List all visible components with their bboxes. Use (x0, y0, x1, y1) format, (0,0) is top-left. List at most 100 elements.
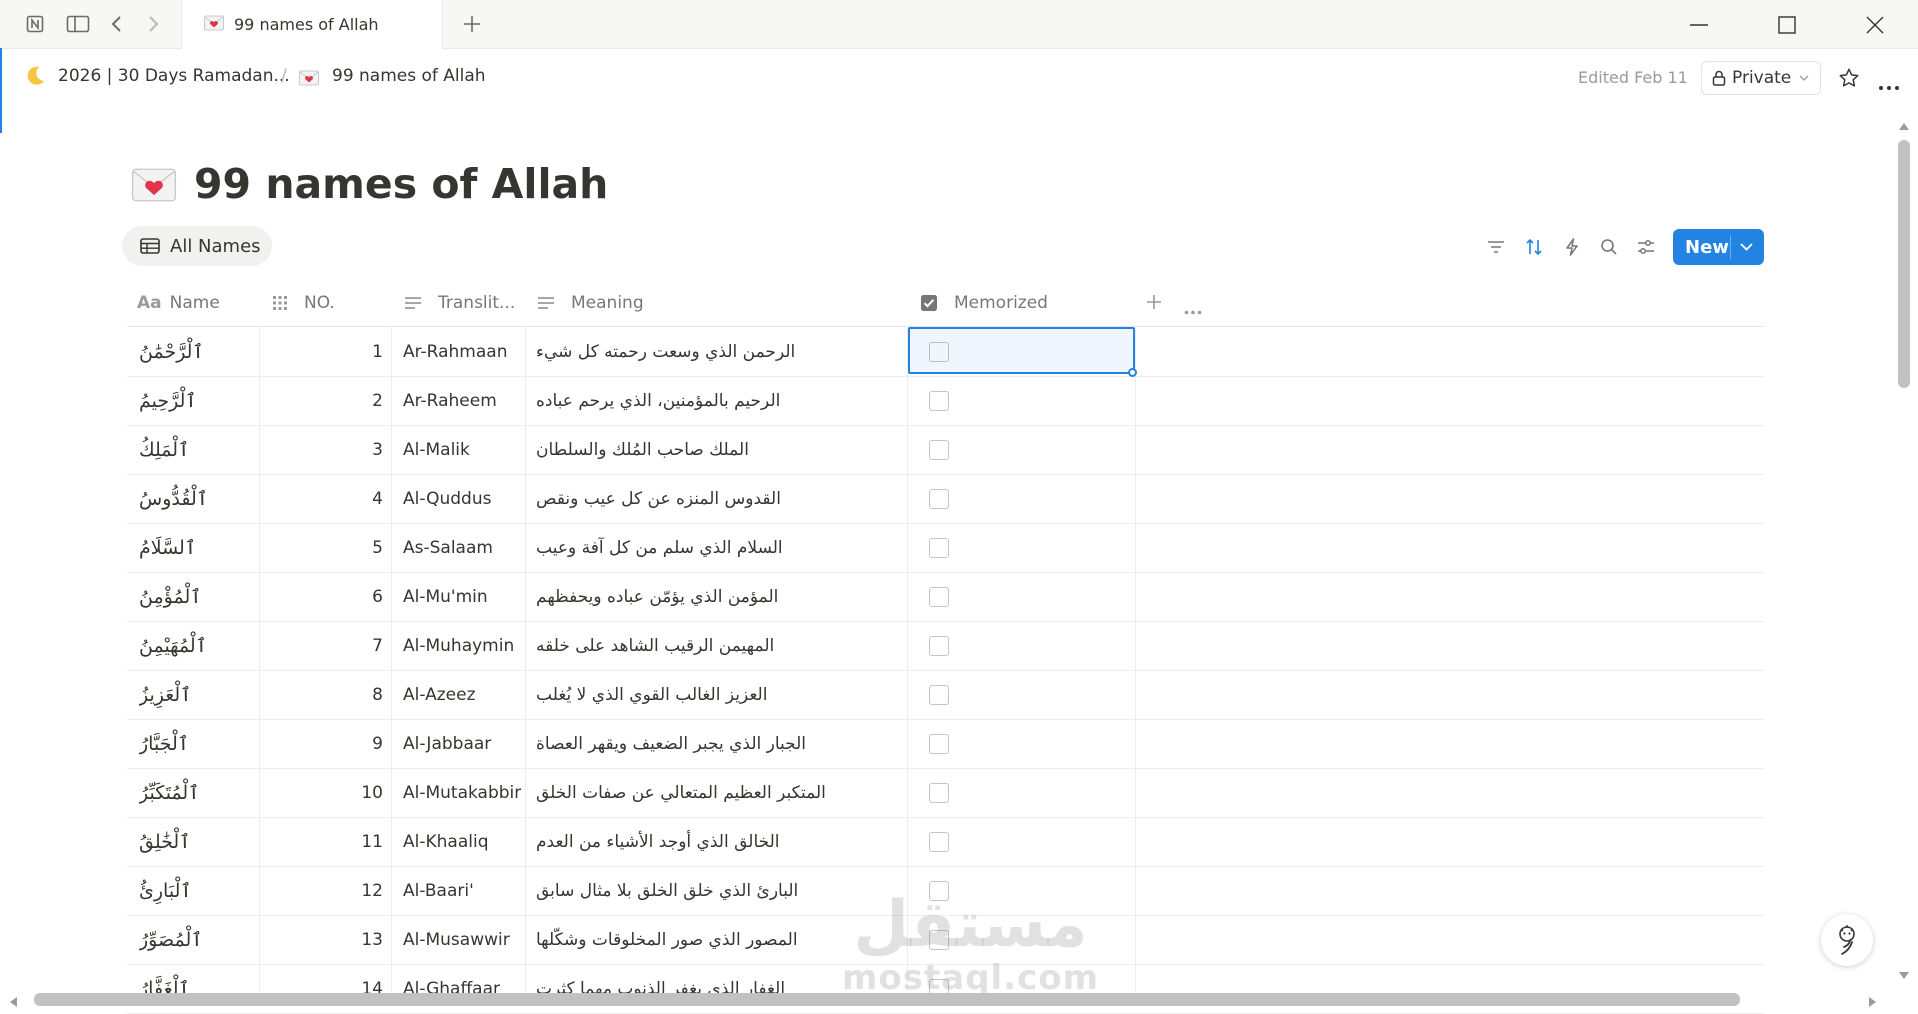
share-privacy-button[interactable]: Private (1701, 61, 1821, 95)
sort-icon[interactable] (1523, 236, 1545, 258)
automation-bolt-icon[interactable] (1561, 236, 1583, 258)
memorized-cell[interactable] (907, 817, 1135, 866)
memorized-checkbox[interactable] (929, 390, 949, 411)
view-settings-icon[interactable] (1635, 236, 1657, 258)
name-cell[interactable]: ٱلْمُصَوِّرُ (139, 915, 257, 964)
number-cell[interactable]: 11 (259, 817, 383, 866)
memorized-cell[interactable] (907, 474, 1135, 523)
transliteration-cell[interactable]: Ar-Rahmaan (403, 327, 525, 376)
transliteration-cell[interactable]: Ar-Raheem (403, 376, 525, 425)
number-cell[interactable]: 2 (259, 376, 383, 425)
help-assistant-button[interactable] (1821, 914, 1873, 966)
name-cell[interactable]: ٱلْجَبَّارُ (139, 719, 257, 768)
table-row[interactable]: ٱلْعَزِيزُ 8 Al-Azeez العزيز الغالب القوي ا… (127, 670, 1764, 720)
memorized-cell[interactable] (907, 376, 1135, 425)
browser-tab[interactable]: 99 names of Allah (181, 0, 443, 49)
number-cell[interactable]: 7 (259, 621, 383, 670)
meaning-cell[interactable]: السلام الذي سلم من كل آفة وعيب (536, 523, 908, 572)
vertical-scrollbar-thumb[interactable] (1898, 140, 1910, 388)
transliteration-cell[interactable]: Al-Azeez (403, 670, 525, 719)
sidebar-toggle-icon[interactable] (64, 12, 92, 36)
transliteration-cell[interactable]: Al-Khaaliq (403, 817, 525, 866)
page-title[interactable]: 99 names of Allah (194, 160, 608, 208)
number-cell[interactable]: 6 (259, 572, 383, 621)
column-more-options-icon[interactable] (1184, 300, 1202, 319)
transliteration-cell[interactable]: Al-Jabbaar (403, 719, 525, 768)
column-header-meaning[interactable]: Meaning (537, 289, 644, 317)
meaning-cell[interactable]: المهيمن الرقيب الشاهد على خلقه (536, 621, 908, 670)
transliteration-cell[interactable]: Al-Muhaymin (403, 621, 525, 670)
scroll-right-arrow-icon[interactable] (1868, 993, 1878, 1012)
transliteration-cell[interactable]: Al-Mutakabbir (403, 768, 525, 817)
name-cell[interactable]: ٱلْمُؤْمِنُ (139, 572, 257, 621)
name-cell[interactable]: ٱلْعَزِيزُ (139, 670, 257, 719)
scroll-left-arrow-icon[interactable] (8, 993, 18, 1012)
transliteration-cell[interactable]: As-Salaam (403, 523, 525, 572)
table-row[interactable]: ٱلْمُؤْمِنُ 6 Al-Mu'min المؤمن الذي يؤمّن ع… (127, 572, 1764, 622)
add-property-plus-icon[interactable] (1146, 294, 1162, 314)
table-row[interactable]: ٱلْخَٰلِقُ 11 Al-Khaaliq الخالق الذي أوجد ا… (127, 817, 1764, 867)
number-cell[interactable]: 4 (259, 474, 383, 523)
number-cell[interactable]: 12 (259, 866, 383, 915)
number-cell[interactable]: 5 (259, 523, 383, 572)
close-window-icon[interactable] (1855, 10, 1895, 40)
memorized-checkbox[interactable] (929, 439, 949, 460)
maximize-icon[interactable] (1767, 10, 1807, 40)
scroll-down-arrow-icon[interactable] (1898, 966, 1910, 985)
table-row[interactable]: ٱلسَّلَامُ 5 As-Salaam السلام الذي سلم من ك… (127, 523, 1764, 573)
meaning-cell[interactable]: الرحمن الذي وسعت رحمته كل شيء (536, 327, 908, 376)
name-cell[interactable]: ٱلسَّلَامُ (139, 523, 257, 572)
number-cell[interactable]: 3 (259, 425, 383, 474)
table-row[interactable]: ٱلْقُدُّوسُ 4 Al-Quddus القدوس المنزه عن كل… (127, 474, 1764, 524)
transliteration-cell[interactable]: Al-Mu'min (403, 572, 525, 621)
forward-arrow-icon[interactable] (141, 12, 165, 36)
memorized-cell[interactable] (907, 621, 1135, 670)
cell-fill-handle[interactable] (1128, 368, 1137, 377)
name-cell[interactable]: ٱلْرَّحِيمُ (139, 376, 257, 425)
meaning-cell[interactable]: الخالق الذي أوجد الأشياء من العدم (536, 817, 908, 866)
memorized-checkbox[interactable] (929, 733, 949, 754)
table-row[interactable]: ٱلْمُهَيْمِنُ 7 Al-Muhaymin المهيمن الرقيب … (127, 621, 1764, 671)
memorized-checkbox[interactable] (929, 831, 949, 852)
table-row[interactable]: ٱلْمَلِكُ 3 Al-Malik الملك صاحب المُلك والس… (127, 425, 1764, 475)
new-tab-plus-icon[interactable] (460, 12, 484, 36)
transliteration-cell[interactable]: Al-Quddus (403, 474, 525, 523)
name-cell[interactable]: ٱلْرَّحْمَٰنُ (139, 327, 257, 376)
number-cell[interactable]: 9 (259, 719, 383, 768)
memorized-cell[interactable] (907, 768, 1135, 817)
notion-logo-icon[interactable] (23, 12, 47, 36)
memorized-checkbox[interactable] (929, 635, 949, 656)
column-header-name[interactable]: Aa Name (137, 289, 220, 317)
column-header-number[interactable]: NO. (272, 289, 335, 317)
chevron-down-icon[interactable] (1740, 243, 1753, 251)
search-icon[interactable] (1598, 236, 1620, 258)
memorized-checkbox[interactable] (929, 684, 949, 705)
minimize-icon[interactable] (1679, 10, 1719, 40)
memorized-checkbox[interactable] (929, 537, 949, 558)
new-record-button[interactable]: New (1673, 229, 1764, 265)
memorized-cell[interactable] (907, 719, 1135, 768)
meaning-cell[interactable]: القدوس المنزه عن كل عيب ونقص (536, 474, 908, 523)
table-row[interactable]: ٱلْمُتَكَبِّرُ 10 Al-Mutakabbir المتكبر الع… (127, 768, 1764, 818)
name-cell[interactable]: ٱلْمُتَكَبِّرُ (139, 768, 257, 817)
selected-cell-outline[interactable] (908, 327, 1135, 374)
memorized-cell[interactable] (907, 425, 1135, 474)
number-cell[interactable]: 8 (259, 670, 383, 719)
name-cell[interactable]: ٱلْمُهَيْمِنُ (139, 621, 257, 670)
meaning-cell[interactable]: الجبار الذي يجبر الضعيف ويقهر العصاة (536, 719, 908, 768)
meaning-cell[interactable]: المؤمن الذي يؤمّن عباده ويحفظهم (536, 572, 908, 621)
number-cell[interactable]: 13 (259, 915, 383, 964)
memorized-cell[interactable] (907, 670, 1135, 719)
memorized-cell[interactable] (907, 572, 1135, 621)
meaning-cell[interactable]: الرحيم بالمؤمنين، الذي يرحم عباده (536, 376, 908, 425)
scroll-up-arrow-icon[interactable] (1898, 116, 1910, 135)
memorized-cell[interactable] (907, 523, 1135, 572)
breadcrumb-item-current[interactable]: 99 names of Allah (332, 66, 486, 86)
view-tab-all-names[interactable]: All Names (122, 226, 272, 266)
transliteration-cell[interactable]: Al-Baari' (403, 866, 525, 915)
horizontal-scrollbar-thumb[interactable] (34, 993, 1740, 1006)
meaning-cell[interactable]: العزيز الغالب القوي الذي لا يُغلب (536, 670, 908, 719)
name-cell[interactable]: ٱلْخَٰلِقُ (139, 817, 257, 866)
transliteration-cell[interactable]: Al-Musawwir (403, 915, 525, 964)
more-options-icon[interactable] (1878, 76, 1900, 95)
